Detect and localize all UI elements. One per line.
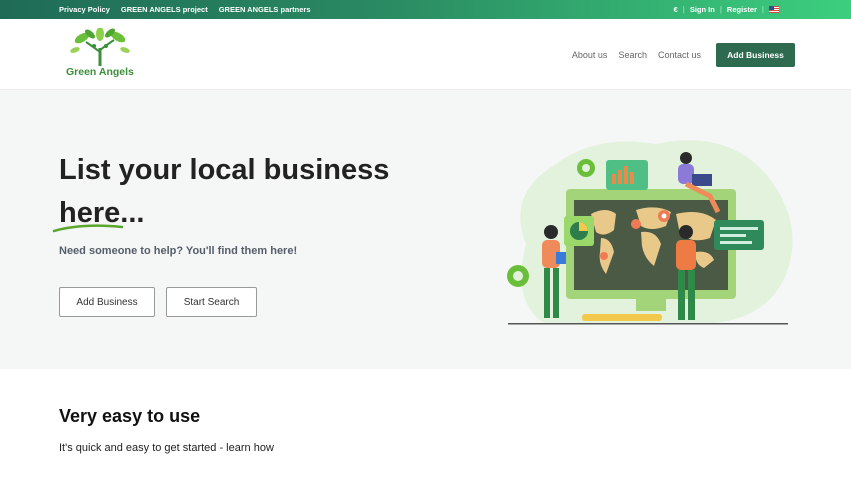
divider: | [682,5,685,14]
site-header: Green Angels About us Search Contact us … [0,19,851,90]
logo-text: Green Angels [66,66,134,78]
nav-about-us[interactable]: About us [572,50,608,60]
brush-underline-icon [52,224,124,233]
hero-add-business-button[interactable]: Add Business [59,287,155,317]
sign-in-link[interactable]: Sign In [690,5,715,14]
top-account: € | Sign In | Register | [674,0,779,19]
main-nav: About us Search Contact us [572,50,701,60]
top-links: Privacy Policy GREEN ANGELS project GREE… [59,0,311,19]
start-search-button[interactable]: Start Search [166,287,257,317]
project-link[interactable]: GREEN ANGELS project [121,5,208,14]
currency-selector[interactable]: € [674,5,678,14]
nav-contact-us[interactable]: Contact us [658,50,701,60]
partners-link[interactable]: GREEN ANGELS partners [219,5,311,14]
hero-section: List your local business here... Need so… [0,90,851,369]
divider: | [761,5,764,14]
section-subtitle: It's quick and easy to get started - lea… [59,442,274,454]
top-bar: Privacy Policy GREEN ANGELS project GREE… [0,0,851,19]
register-link[interactable]: Register [727,5,757,14]
divider: | [719,5,722,14]
logo[interactable]: Green Angels [60,27,140,80]
hero-title: List your local business [59,154,390,186]
world-map-illustration [507,140,793,325]
add-business-button[interactable]: Add Business [716,43,795,67]
nav-search[interactable]: Search [618,50,647,60]
us-flag-icon[interactable] [769,6,779,13]
section-title: Very easy to use [59,406,201,426]
tree-logo-icon [70,27,130,66]
privacy-policy-link[interactable]: Privacy Policy [59,5,110,14]
hero-subtitle: Need someone to help? You'll find them h… [59,245,298,257]
